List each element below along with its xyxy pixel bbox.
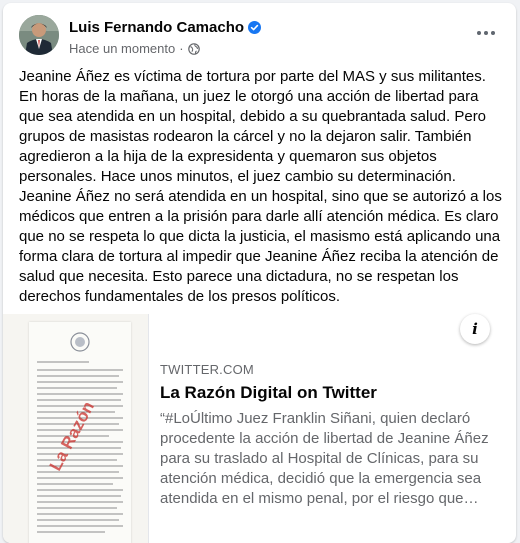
document-image: La Razón	[29, 322, 131, 543]
post-header: Luis Fernando Camacho Hace un momento ·	[15, 15, 504, 59]
link-description: “#LoÚltimo Juez Franklin Siñani, quien d…	[160, 410, 489, 507]
link-thumbnail[interactable]: La Razón	[3, 314, 149, 543]
meta-separator: ·	[179, 41, 184, 56]
info-button[interactable]: i	[460, 314, 490, 344]
author-name[interactable]: Luis Fernando Camacho	[69, 19, 244, 36]
author-line: Luis Fernando Camacho	[69, 18, 262, 36]
link-preview[interactable]: La Razón TWITTER.COM La Razón Digital on…	[3, 314, 516, 543]
link-info[interactable]: TWITTER.COM La Razón Digital on Twitter …	[160, 362, 500, 509]
more-options-icon	[477, 31, 495, 35]
info-icon: i	[472, 320, 478, 338]
post-timestamp[interactable]: Hace un momento	[69, 41, 175, 56]
more-options-button[interactable]	[468, 19, 504, 47]
post-body: Jeanine Áñez es víctima de tortura por p…	[19, 68, 502, 305]
globe-icon[interactable]	[187, 42, 200, 55]
link-domain: TWITTER.COM	[160, 362, 254, 377]
post-card: Luis Fernando Camacho Hace un momento ·	[3, 3, 516, 543]
post-meta: Hace un momento ·	[69, 41, 200, 56]
avatar[interactable]	[19, 15, 59, 55]
link-title[interactable]: La Razón Digital on Twitter	[160, 383, 500, 403]
verified-badge-icon	[248, 20, 262, 34]
